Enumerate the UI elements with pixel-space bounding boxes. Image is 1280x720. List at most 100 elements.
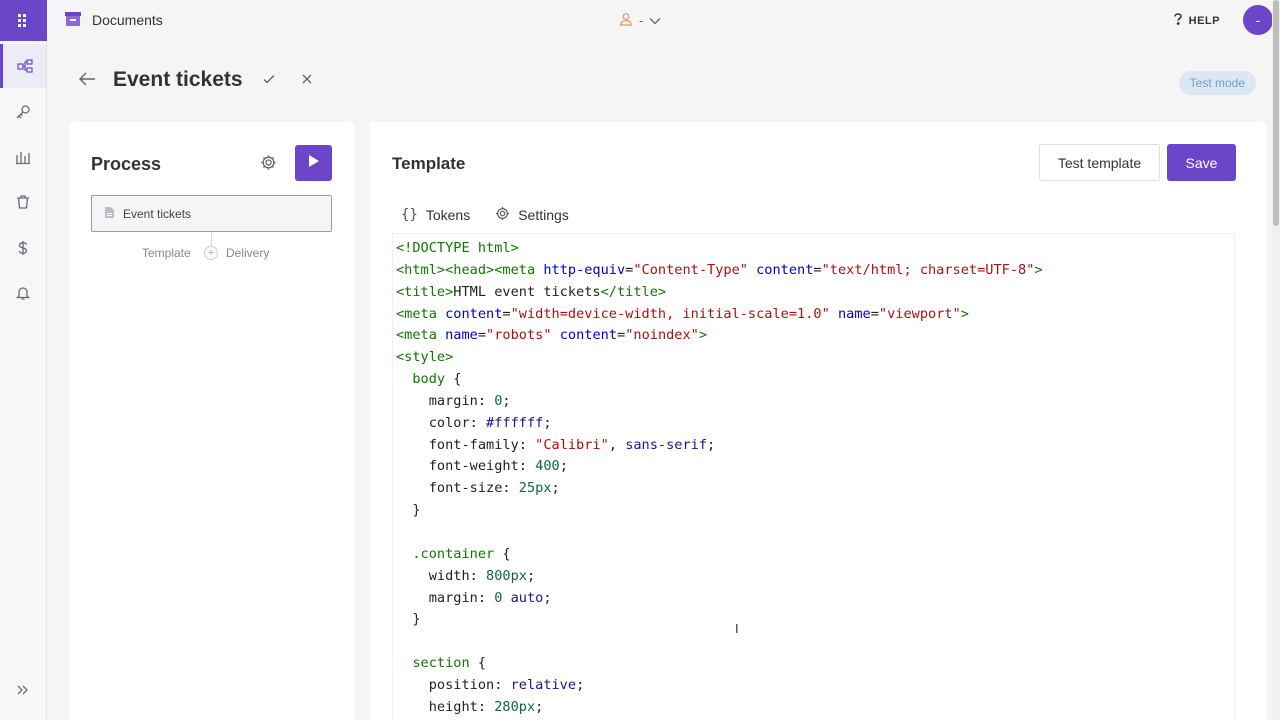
code-token: <meta bbox=[396, 327, 446, 344]
tab-settings[interactable]: Settings bbox=[495, 206, 569, 224]
code-line[interactable]: font-weight: 400; bbox=[396, 456, 1234, 478]
code-line[interactable]: <!DOCTYPE html> bbox=[396, 238, 1234, 260]
code-line[interactable]: body { bbox=[396, 369, 1234, 391]
code-line[interactable]: <title>HTML event tickets</title> bbox=[396, 282, 1234, 304]
code-line[interactable]: margin: 0; bbox=[396, 391, 1234, 413]
bell-icon[interactable] bbox=[0, 271, 46, 315]
help-label: HELP bbox=[1188, 14, 1220, 27]
scrollbar[interactable] bbox=[1272, 0, 1280, 720]
page-title: Event tickets bbox=[113, 68, 243, 91]
code-token: > bbox=[1034, 261, 1043, 278]
delivery-sub-label[interactable]: Delivery bbox=[226, 246, 269, 260]
close-icon[interactable] bbox=[300, 72, 314, 91]
scrollbar-thumb[interactable] bbox=[1273, 0, 1279, 226]
gear-icon[interactable] bbox=[260, 154, 277, 176]
user-menu[interactable]: - bbox=[619, 12, 661, 29]
code-token: 25px bbox=[518, 480, 552, 497]
code-token: = bbox=[617, 327, 626, 344]
code-token: color: bbox=[396, 414, 487, 431]
dollar-icon[interactable] bbox=[0, 226, 46, 270]
code-line[interactable]: <meta name="robots" content="noindex"> bbox=[396, 325, 1234, 347]
play-icon bbox=[308, 154, 320, 173]
code-editor[interactable]: <!DOCTYPE html> <html><head><meta http-eq… bbox=[392, 233, 1235, 720]
code-line[interactable]: .container { bbox=[396, 544, 1234, 566]
tab-tokens[interactable]: {} Tokens bbox=[401, 206, 470, 224]
code-token: ; bbox=[576, 676, 585, 693]
template-panel: Template Test template Save {} Tokens Se… bbox=[370, 122, 1266, 720]
process-step[interactable]: Event tickets bbox=[91, 195, 332, 232]
status-badge: Test mode bbox=[1178, 71, 1256, 95]
code-token: <title> bbox=[396, 283, 454, 300]
apps-grid-icon[interactable] bbox=[0, 0, 47, 41]
code-token: ; bbox=[526, 567, 536, 584]
code-token: "Content-Type" bbox=[633, 261, 748, 278]
code-token: > bbox=[698, 327, 708, 344]
code-line[interactable]: color: #ffffff; bbox=[396, 413, 1234, 435]
code-token: , bbox=[608, 436, 626, 453]
left-rail bbox=[0, 0, 47, 720]
code-line[interactable]: position: relative; bbox=[396, 675, 1234, 697]
flow-icon[interactable] bbox=[0, 44, 46, 88]
code-line[interactable]: height: 280px; bbox=[396, 697, 1234, 719]
code-token: { bbox=[469, 655, 487, 672]
expand-icon[interactable] bbox=[0, 668, 46, 712]
code-line[interactable]: section { bbox=[396, 653, 1234, 675]
code-token: content bbox=[559, 327, 618, 344]
code-token: relative bbox=[510, 676, 577, 693]
test-template-button[interactable]: Test template bbox=[1039, 144, 1160, 181]
code-line[interactable]: width: 800px; bbox=[396, 566, 1234, 588]
file-icon bbox=[104, 206, 115, 222]
check-icon[interactable] bbox=[262, 72, 276, 91]
code-token: = bbox=[813, 261, 822, 278]
code-line[interactable]: <html><head><meta http-equiv = "Content-Ty… bbox=[396, 260, 1234, 282]
code-token: { bbox=[445, 371, 462, 388]
code-line[interactable]: } bbox=[396, 609, 1234, 631]
code-line[interactable]: margin: 0 auto; bbox=[396, 588, 1234, 610]
code-token: <html><head><meta bbox=[396, 261, 544, 278]
template-title: Template bbox=[392, 154, 466, 173]
tab-settings-label: Settings bbox=[518, 207, 569, 223]
code-token: name bbox=[837, 305, 871, 322]
template-tabs: {} Tokens Settings bbox=[401, 206, 569, 224]
code-token: "robots" bbox=[486, 327, 552, 344]
code-token: "noindex" bbox=[625, 327, 699, 344]
help-button[interactable]: HELP bbox=[1173, 13, 1220, 28]
avatar[interactable]: - bbox=[1243, 5, 1273, 35]
code-token: "Calibri" bbox=[535, 436, 609, 453]
code-token: sans-serif bbox=[625, 436, 708, 453]
braces-icon: {} bbox=[401, 207, 418, 223]
code-token: height: bbox=[396, 698, 495, 715]
code-token: } bbox=[396, 611, 421, 628]
code-line[interactable]: font-family: "Calibri", sans-serif; bbox=[396, 435, 1234, 457]
code-token: 800px bbox=[486, 567, 527, 584]
code-token: { bbox=[494, 545, 511, 562]
code-line[interactable]: <style> bbox=[396, 347, 1234, 369]
code-line[interactable]: } bbox=[396, 500, 1234, 522]
code-token: </title> bbox=[600, 283, 667, 300]
code-token: font-weight: bbox=[396, 458, 536, 475]
code-token: <!DOCTYPE html> bbox=[396, 240, 519, 256]
run-button[interactable] bbox=[295, 145, 332, 181]
trash-icon[interactable] bbox=[0, 180, 46, 224]
code-token: = bbox=[502, 305, 511, 322]
code-token: .container bbox=[412, 545, 495, 562]
template-sub-label[interactable]: Template bbox=[142, 246, 191, 260]
code-line[interactable]: <meta content="width=device-width, initi… bbox=[396, 304, 1234, 326]
code-line[interactable] bbox=[396, 631, 1234, 653]
back-arrow-icon[interactable] bbox=[78, 71, 96, 92]
bar-chart-icon[interactable] bbox=[0, 135, 46, 179]
code-line[interactable] bbox=[396, 522, 1234, 544]
app-name[interactable]: Documents bbox=[92, 12, 163, 28]
user-icon bbox=[619, 12, 633, 29]
add-step-button[interactable]: + bbox=[204, 246, 218, 260]
code-token: font-size: bbox=[396, 480, 519, 497]
code-line[interactable]: font-size: 25px; bbox=[396, 478, 1234, 500]
save-button[interactable]: Save bbox=[1167, 144, 1236, 181]
key-icon[interactable] bbox=[0, 90, 46, 134]
code-token: position: bbox=[396, 676, 511, 693]
code-token: ; bbox=[559, 458, 568, 475]
